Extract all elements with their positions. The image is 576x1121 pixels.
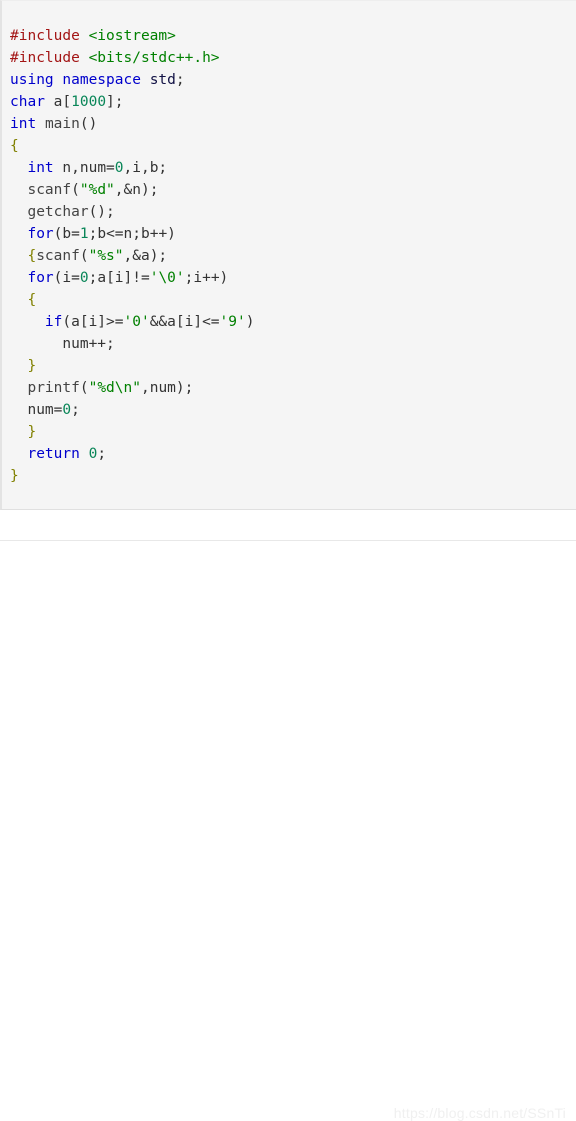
code-token: { (27, 292, 37, 308)
code-line: { (10, 135, 576, 157)
code-token: printf (27, 380, 80, 396)
code-token: 1000 (71, 94, 107, 110)
code-token: <iostream> (88, 28, 176, 44)
code-token: #include (10, 28, 89, 44)
code-line: for(b=1;b<=n;b++) (10, 223, 576, 245)
code-token: (i= (53, 270, 80, 286)
code-line: if(a[i]>='0'&&a[i]<='9') (10, 311, 576, 333)
code-line: scanf("%d",&n); (10, 179, 576, 201)
code-line: } (10, 465, 576, 487)
code-token: char (10, 94, 45, 110)
code-block-panel: #include <iostream> #include <bits/stdc++… (0, 0, 576, 510)
code-token: ,&a); (123, 248, 168, 264)
code-token: '9' (219, 314, 246, 330)
code-token: 0 (79, 270, 89, 286)
code-token: int (10, 116, 37, 132)
code-token: for (27, 270, 54, 286)
code-token: main (44, 116, 80, 132)
code-token: ,i,b; (123, 160, 168, 176)
code-token: } (27, 424, 37, 440)
csdn-watermark: https://blog.csdn.net/SSnTi (393, 1105, 566, 1121)
footer-area: https://blog.csdn.net/SSnTi (0, 541, 576, 1121)
code-token: () (79, 116, 98, 132)
code-line: #include <bits/stdc++.h> (10, 47, 576, 69)
code-token: <bits/stdc++.h> (88, 50, 220, 66)
code-token: ; (71, 402, 80, 418)
code-token: 0 (114, 160, 124, 176)
code-line: } (10, 355, 576, 377)
code-token: } (27, 358, 37, 374)
code-token: 0 (62, 402, 72, 418)
code-token: ( (71, 182, 80, 198)
code-token: getchar (27, 204, 89, 220)
code-token: std (149, 72, 176, 88)
code-token: "%d\n" (88, 380, 141, 396)
code-line: for(i=0;a[i]!='\0';i++) (10, 267, 576, 289)
code-line: #include <iostream> (10, 25, 576, 47)
code-token: using (10, 72, 54, 88)
code-token: num++; (62, 336, 115, 352)
code-token: scanf (36, 248, 80, 264)
code-token: "%s" (88, 248, 124, 264)
content-gap (0, 510, 576, 540)
code-line: num++; (10, 333, 576, 355)
code-token: return (27, 446, 80, 462)
code-token: int (27, 160, 54, 176)
code-token: ;b<=n;b++) (88, 226, 176, 242)
code-token: '0' (123, 314, 150, 330)
code-token: ( (79, 248, 89, 264)
code-token: ;a[i]!= (88, 270, 150, 286)
code-line: int n,num=0,i,b; (10, 157, 576, 179)
code-line: int main() (10, 113, 576, 135)
source-code: #include <iostream> #include <bits/stdc++… (2, 1, 576, 487)
code-token: if (44, 314, 63, 330)
code-token: { (27, 248, 37, 264)
code-token: ;i++) (184, 270, 229, 286)
code-token: ( (79, 380, 89, 396)
code-token: n,num= (53, 160, 115, 176)
code-token: 1 (79, 226, 89, 242)
code-token: ) (245, 314, 255, 330)
code-token: } (10, 468, 19, 484)
code-line: } (10, 421, 576, 443)
code-line: printf("%d\n",num); (10, 377, 576, 399)
code-token: ; (97, 446, 107, 462)
code-token: num= (27, 402, 63, 418)
code-token: (); (88, 204, 115, 220)
code-token: a[ (44, 94, 72, 110)
code-token: (b= (53, 226, 80, 242)
code-token: #include (10, 50, 89, 66)
code-token: &&a[i]<= (149, 314, 220, 330)
code-token: ]; (106, 94, 124, 110)
code-line: num=0; (10, 399, 576, 421)
code-line: using namespace std; (10, 69, 576, 91)
code-token: { (10, 138, 19, 154)
code-line: getchar(); (10, 201, 576, 223)
code-line: {scanf("%s",&a); (10, 245, 576, 267)
code-token: ; (175, 72, 185, 88)
code-token: for (27, 226, 54, 242)
code-token: '\0' (149, 270, 185, 286)
code-token: (a[i]>= (62, 314, 124, 330)
code-line: return 0; (10, 443, 576, 465)
code-token: ,num); (140, 380, 194, 396)
code-token: scanf (27, 182, 72, 198)
code-token: "%d" (79, 182, 115, 198)
code-line: char a[1000]; (10, 91, 576, 113)
code-token: namespace (62, 72, 141, 88)
code-token: ,&n); (114, 182, 159, 198)
code-line: { (10, 289, 576, 311)
